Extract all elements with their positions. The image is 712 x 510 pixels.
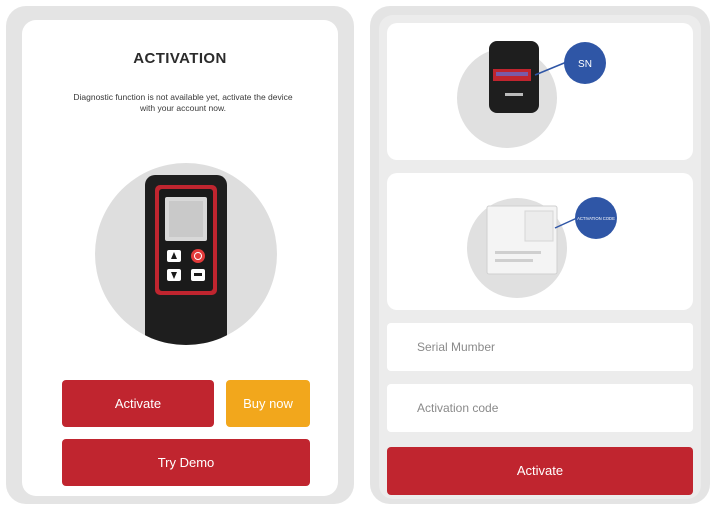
right-phone-frame: SN ACTIVATION CODE Activate (370, 6, 710, 504)
activation-code-badge-label: ACTIVATION CODE (577, 216, 615, 221)
activate-submit-button[interactable]: Activate (387, 447, 693, 495)
sn-badge-label: SN (578, 59, 592, 70)
activation-code-hint-card: ACTIVATION CODE (387, 173, 693, 310)
device-illustration (95, 163, 277, 345)
scanner-device-icon (145, 175, 227, 345)
try-demo-button[interactable]: Try Demo (62, 439, 310, 486)
activation-code-field[interactable] (387, 384, 693, 432)
left-phone-frame: ACTIVATION Diagnostic function is not av… (6, 6, 354, 504)
page-title: ACTIVATION (133, 50, 227, 67)
activate-button[interactable]: Activate (62, 380, 214, 427)
serial-number-location-illustration: SN (457, 41, 606, 148)
buy-now-button[interactable]: Buy now (226, 380, 310, 427)
serial-number-hint-card: SN (387, 23, 693, 160)
serial-number-field[interactable] (387, 323, 693, 371)
activation-description: Diagnostic function is not available yet… (73, 92, 293, 113)
activation-screen: ACTIVATION Diagnostic function is not av… (22, 20, 338, 496)
activation-form-screen: SN ACTIVATION CODE Activate (379, 15, 701, 499)
activation-code-location-illustration: ACTIVATION CODE (467, 197, 617, 298)
